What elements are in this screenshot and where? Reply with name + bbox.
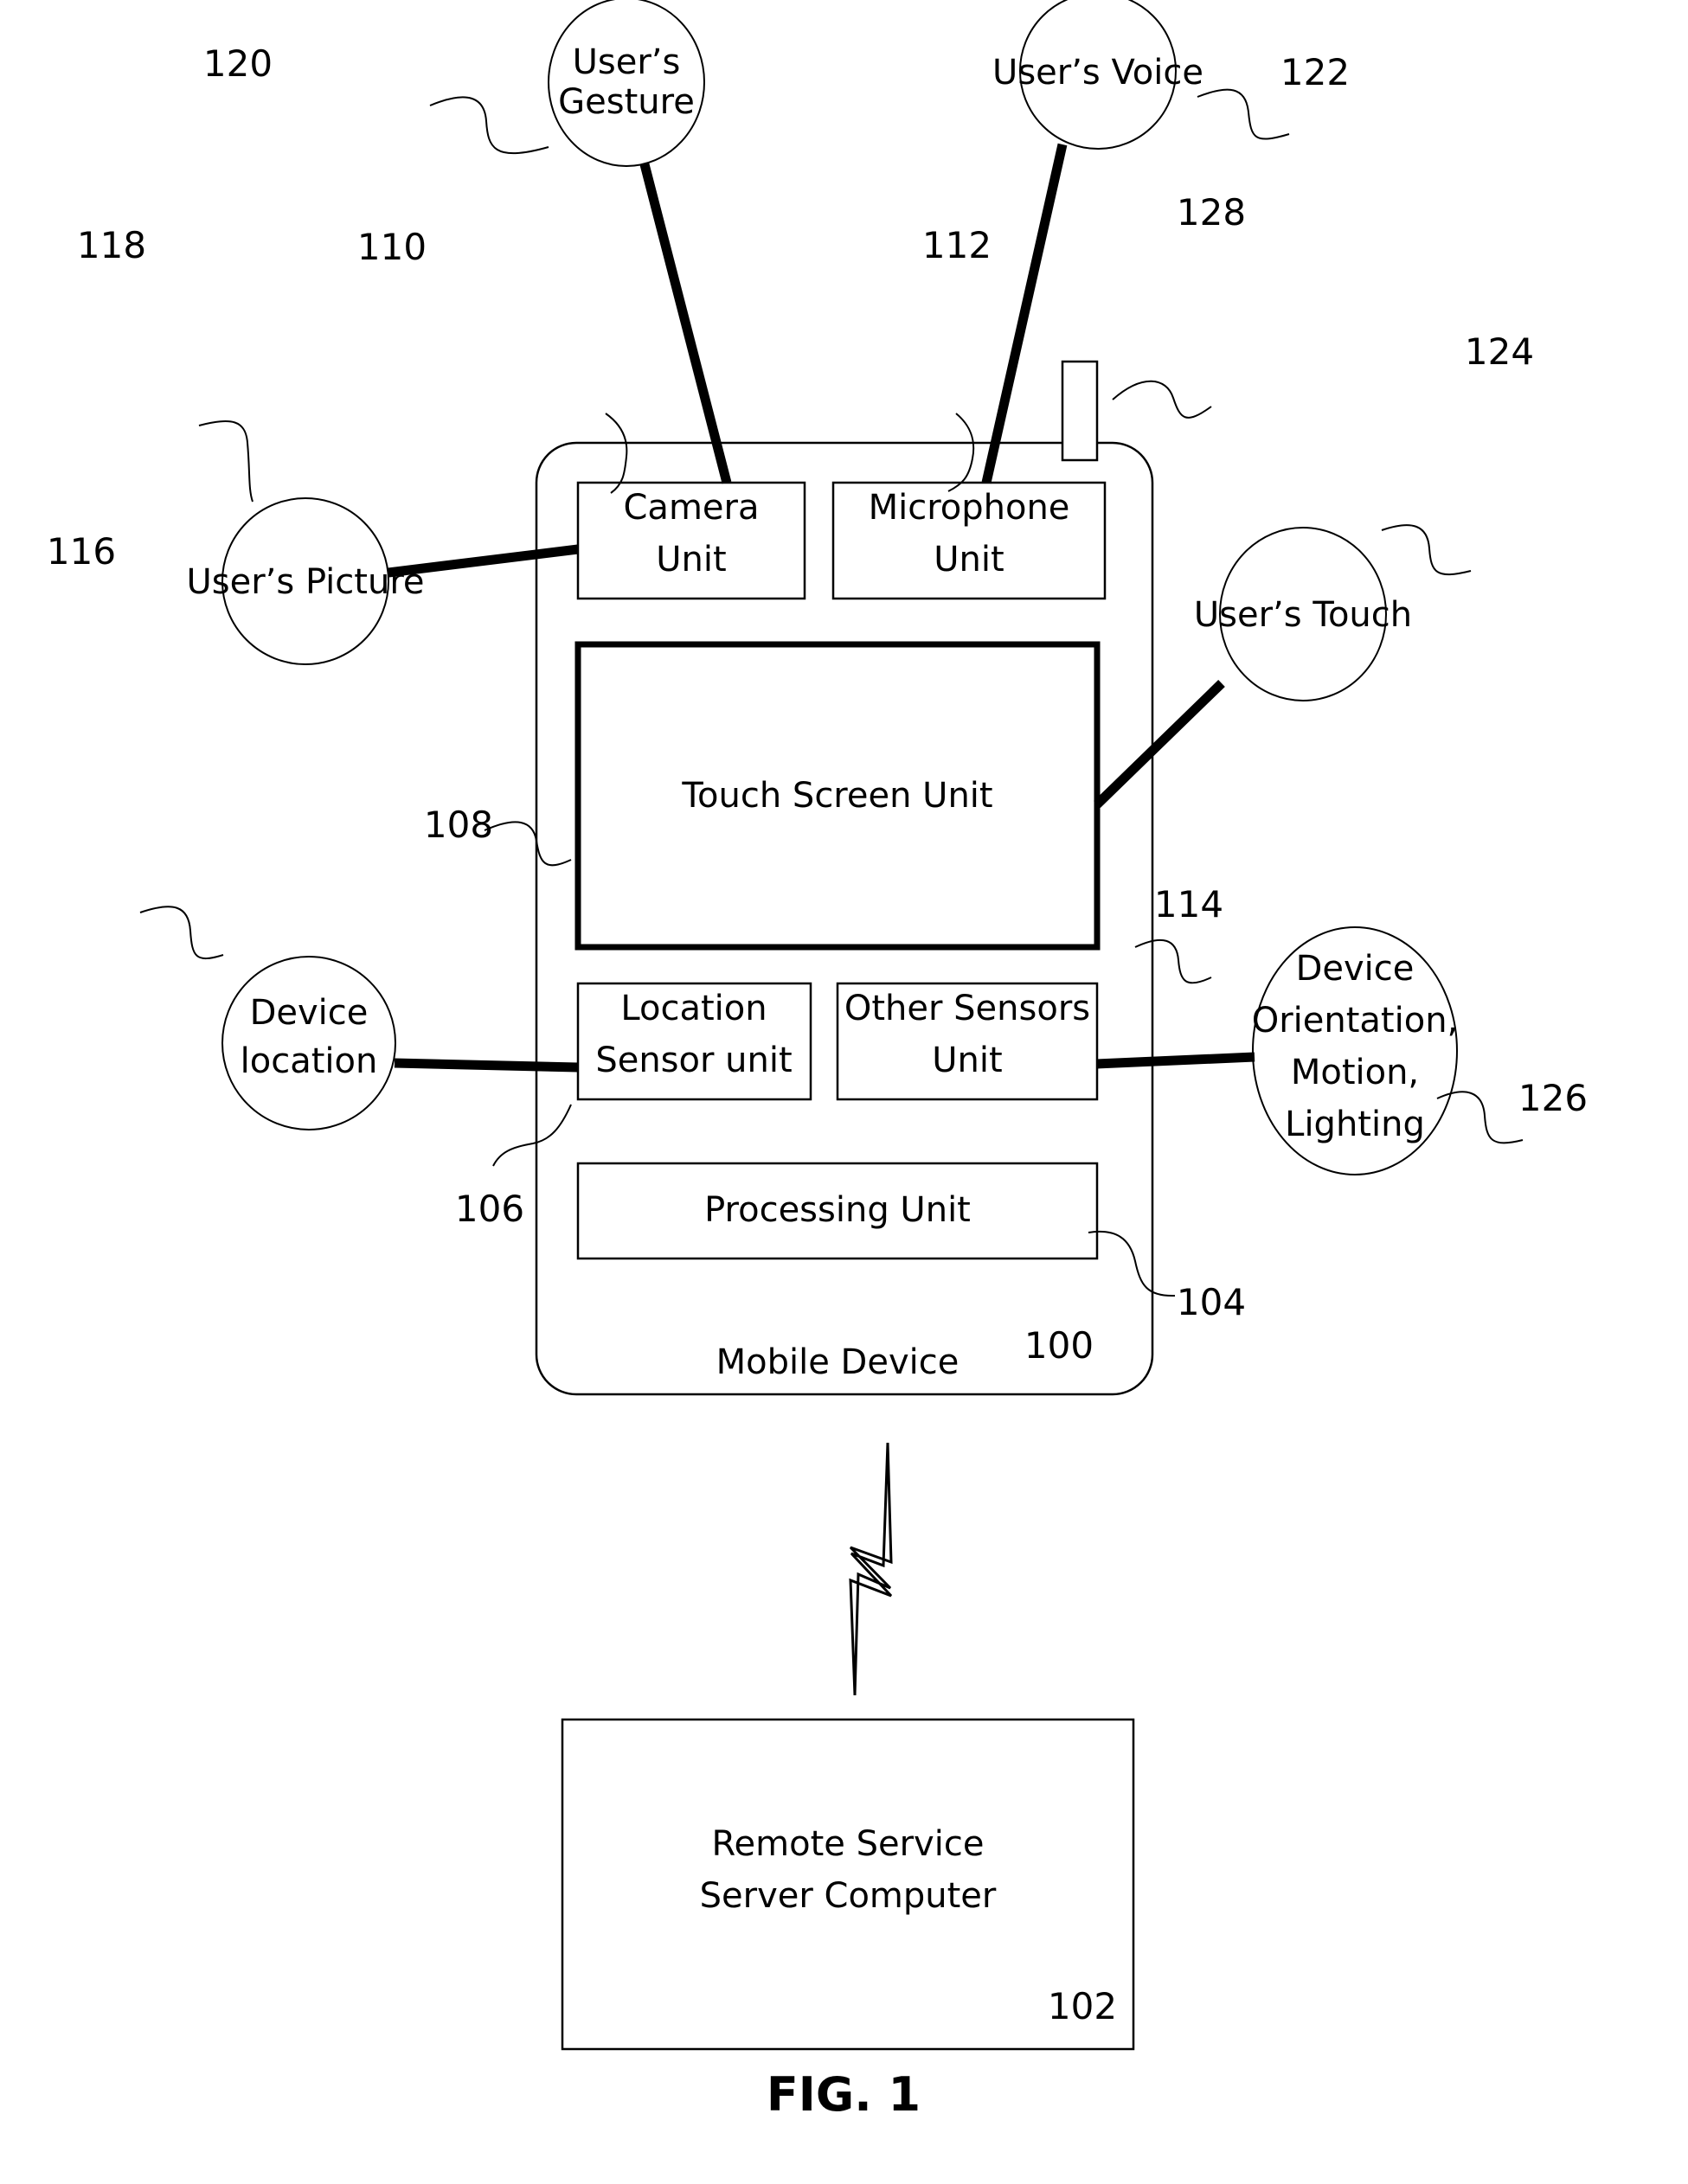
wireless-link-bolt-icon (849, 1442, 893, 1696)
leader-116 (139, 906, 224, 959)
device-orientation-label-line4: Lighting (1285, 1105, 1425, 1144)
connector-location-to-location-sensor (394, 1058, 579, 1073)
device-orientation-label-line2: Orientation, (1252, 1001, 1459, 1041)
device-orientation-label-line1: Device (1296, 949, 1415, 989)
leader-128 (1112, 380, 1212, 419)
ref-126: 126 (1518, 1077, 1588, 1119)
ref-108: 108 (424, 804, 493, 846)
users-gesture-label-line2: Gesture (558, 82, 695, 122)
figure-canvas: Camera Unit Microphone Unit Touch Screen… (47, 0, 1588, 2122)
ref-102: 102 (1048, 1985, 1117, 2027)
ref-116: 116 (47, 530, 116, 573)
device-location-label-line1: Device (250, 993, 369, 1033)
leader-118 (198, 420, 254, 503)
ref-122: 122 (1280, 51, 1350, 93)
mobile-device-label: Mobile Device (716, 1342, 960, 1382)
leader-126 (1436, 1091, 1524, 1144)
connector-voice-to-microphone (981, 143, 1068, 484)
ref-110: 110 (357, 226, 427, 268)
device-orientation-label-line3: Motion, (1291, 1053, 1419, 1092)
processing-unit-label: Processing Unit (704, 1190, 971, 1230)
ref-100: 100 (1024, 1324, 1094, 1367)
leader-122 (1197, 88, 1290, 140)
touch-screen-unit-label: Touch Screen Unit (681, 776, 992, 816)
leader-120 (429, 96, 549, 155)
ref-112: 112 (922, 224, 992, 266)
other-sensors-unit-label-line2: Unit (932, 1041, 1002, 1080)
device-location-label-line2: location (241, 1041, 378, 1081)
ref-114: 114 (1154, 883, 1223, 925)
users-gesture-label-line1: User’s (573, 42, 681, 82)
other-sensors-unit-label-line1: Other Sensors (844, 989, 1090, 1028)
microphone-unit-label-line2: Unit (934, 540, 1004, 580)
users-touch-label: User’s Touch (1194, 595, 1412, 635)
camera-unit-label-line2: Unit (656, 540, 726, 580)
ref-120: 120 (203, 42, 273, 85)
patent-figure-page: Camera Unit Microphone Unit Touch Screen… (0, 0, 1688, 2184)
leader-124 (1381, 524, 1472, 575)
figure-caption: FIG. 1 (767, 2067, 921, 2122)
ref-106: 106 (455, 1188, 524, 1230)
location-sensor-unit-label-line2: Sensor unit (595, 1041, 792, 1080)
remote-service-server-label-line1: Remote Service (712, 1824, 985, 1864)
microphone-unit-label-line1: Microphone (869, 488, 1070, 528)
ref-124: 124 (1465, 330, 1534, 373)
users-voice-label: User’s Voice (992, 53, 1203, 93)
location-sensor-unit-label-line1: Location (620, 989, 767, 1028)
camera-unit-label-line1: Camera (624, 488, 760, 528)
ref-128: 128 (1177, 191, 1246, 234)
ref-118: 118 (77, 224, 146, 266)
remote-service-server-label-line2: Server Computer (700, 1876, 997, 1916)
ref-104: 104 (1177, 1281, 1246, 1323)
connector-gesture-to-camera (639, 163, 732, 484)
antenna-stub (1061, 360, 1099, 462)
